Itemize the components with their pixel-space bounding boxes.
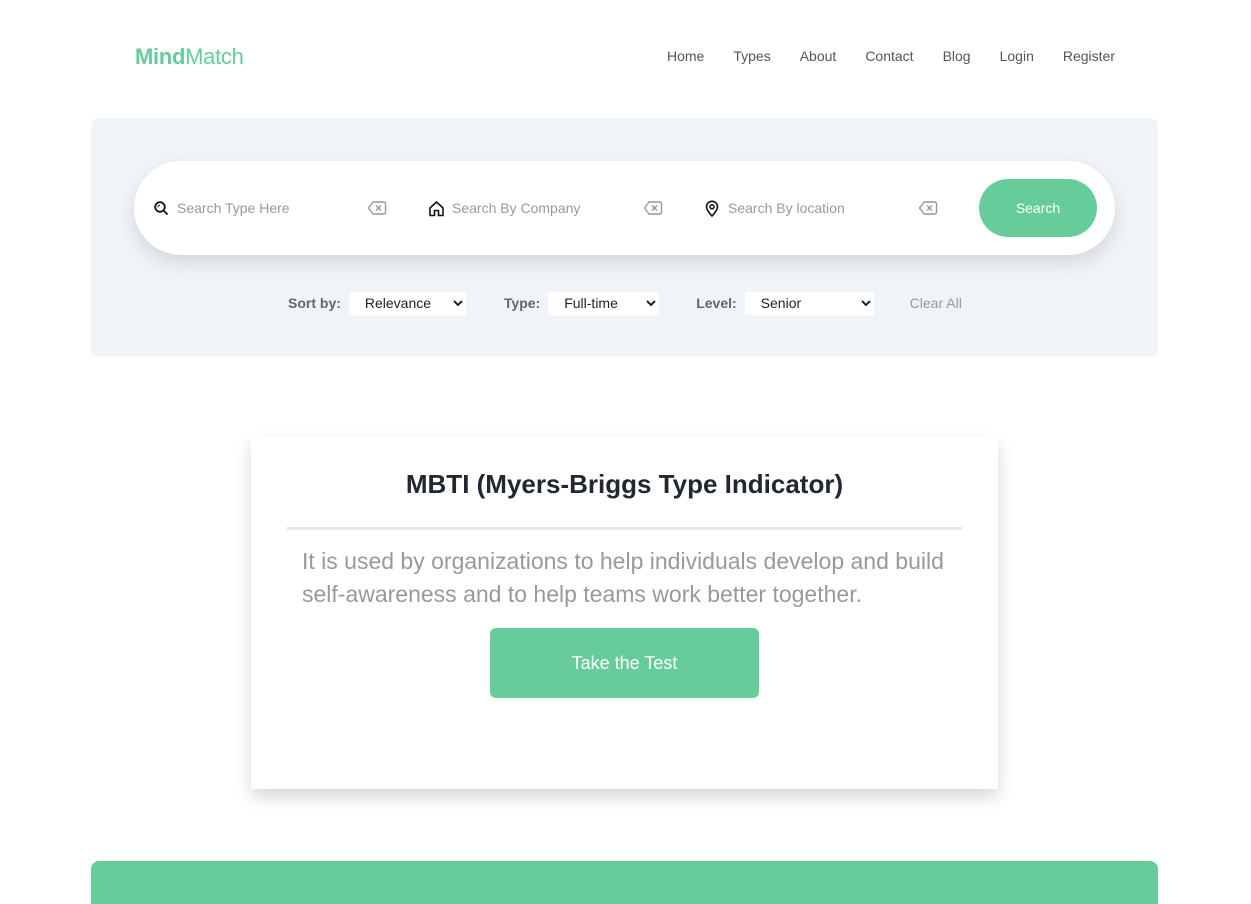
- filter-bar: Sort by: Relevance Type: Full-time Level…: [288, 291, 962, 315]
- brand-logo[interactable]: MindMatch: [135, 44, 244, 70]
- clear-all-link[interactable]: Clear All: [910, 295, 962, 311]
- level-label: Level:: [696, 295, 737, 311]
- sort-label: Sort by:: [288, 295, 341, 311]
- clear-company-icon[interactable]: [643, 199, 663, 217]
- sort-select[interactable]: Relevance: [348, 291, 466, 315]
- nav-register[interactable]: Register: [1063, 48, 1115, 64]
- card-divider: [287, 527, 962, 530]
- search-panel: Search Sort by: Relevance Type: Full-tim…: [91, 118, 1158, 357]
- mbti-card: MBTI (Myers-Briggs Type Indicator) It is…: [251, 437, 998, 789]
- type-select[interactable]: Full-time: [548, 291, 660, 315]
- type-search-input[interactable]: [177, 200, 357, 216]
- type-search-field: [152, 161, 387, 255]
- brand-name-light: Match: [185, 44, 244, 69]
- search-bar: Search: [134, 161, 1115, 255]
- clear-type-icon[interactable]: [367, 199, 387, 217]
- nav-blog[interactable]: Blog: [943, 48, 971, 64]
- nav-about[interactable]: About: [800, 48, 837, 64]
- company-search-field: [427, 161, 663, 255]
- nav-contact[interactable]: Contact: [865, 48, 913, 64]
- nav-links: Home Types About Contact Blog Login Regi…: [638, 48, 1115, 64]
- nav-login[interactable]: Login: [1000, 48, 1034, 64]
- footer-banner: [91, 861, 1158, 904]
- clear-location-icon[interactable]: [918, 199, 938, 217]
- location-search-field: [703, 161, 938, 255]
- type-label: Type:: [503, 295, 541, 311]
- brand-name-bold: Mind: [135, 44, 186, 69]
- nav-home[interactable]: Home: [667, 48, 704, 64]
- search-button[interactable]: Search: [979, 179, 1097, 237]
- take-test-button[interactable]: Take the Test: [490, 628, 759, 698]
- card-description: It is used by organizations to help indi…: [302, 548, 944, 607]
- search-icon: [152, 199, 170, 217]
- location-search-input[interactable]: [728, 200, 908, 216]
- level-select[interactable]: Senior: [744, 291, 874, 315]
- location-pin-icon: [703, 199, 721, 217]
- nav-types[interactable]: Types: [733, 48, 770, 64]
- navbar: MindMatch Home Types About Contact Blog …: [0, 0, 1251, 114]
- card-title: MBTI (Myers-Briggs Type Indicator): [405, 469, 844, 499]
- company-search-input[interactable]: [452, 200, 632, 216]
- home-icon: [427, 199, 445, 217]
